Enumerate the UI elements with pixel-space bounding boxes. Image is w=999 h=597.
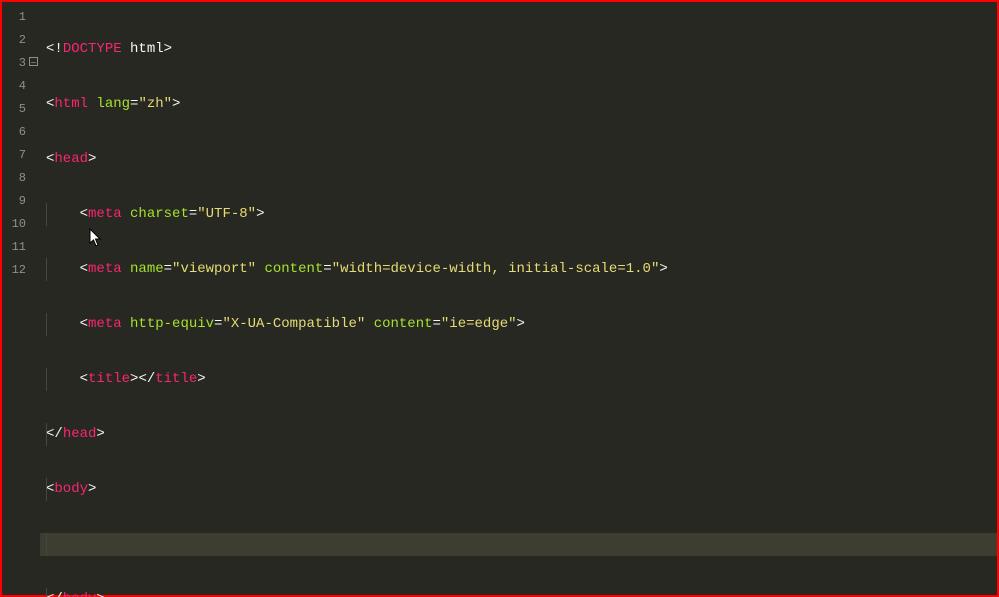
code-line[interactable]: </head> [40,423,997,446]
line-number: 12 [2,259,40,282]
line-number: 3 [2,52,40,75]
code-editor[interactable]: 1 2 3 4 5 6 7 8 9 10 11 12 <!DOCTYPE htm… [2,2,997,595]
line-number: 7 [2,144,40,167]
line-number: 5 [2,98,40,121]
line-number-gutter: 1 2 3 4 5 6 7 8 9 10 11 12 [2,2,40,595]
indent-guide [46,203,47,226]
line-number: 1 [2,6,40,29]
indent-guide [46,533,47,556]
code-line[interactable]: <!DOCTYPE html> [40,38,997,61]
line-number: 11 [2,236,40,259]
code-line[interactable]: <meta charset="UTF-8"> [40,203,997,226]
indent-guide [46,313,47,336]
code-line[interactable]: <meta name="viewport" content="width=dev… [40,258,997,281]
code-line[interactable]: <meta http-equiv="X-UA-Compatible" conte… [40,313,997,336]
indent-guide [46,368,47,391]
code-line[interactable]: <head> [40,148,997,171]
code-line[interactable]: </body> [40,588,997,597]
line-number: 9 [2,190,40,213]
line-number: 4 [2,75,40,98]
indent-guide [46,478,47,501]
indent-guide [46,588,47,597]
code-line[interactable]: <title></title> [40,368,997,391]
indent-guide [46,258,47,281]
indent-guide [46,423,47,446]
code-line[interactable]: <html lang="zh"> [40,93,997,116]
fold-toggle-icon[interactable] [29,57,38,66]
code-line-active[interactable] [40,533,997,556]
code-line[interactable]: <body> [40,478,997,501]
line-number: 6 [2,121,40,144]
code-area[interactable]: <!DOCTYPE html> <html lang="zh"> <head> … [40,2,997,595]
line-number: 2 [2,29,40,52]
line-number: 10 [2,213,40,236]
line-number: 8 [2,167,40,190]
